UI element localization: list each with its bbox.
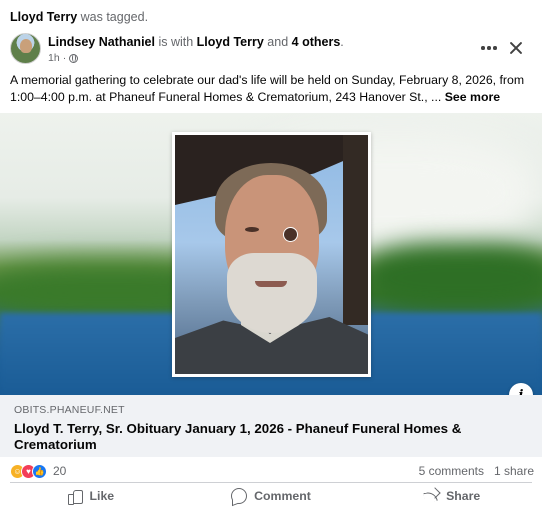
tagged-user-link[interactable]: Lloyd Terry xyxy=(10,10,77,24)
eye-right xyxy=(283,227,298,242)
comment-icon xyxy=(231,488,248,504)
and-text: and xyxy=(263,35,292,49)
like-button[interactable]: Like xyxy=(0,484,181,508)
shares-count-link[interactable]: 1 share xyxy=(494,464,534,478)
close-icon[interactable] xyxy=(504,36,528,60)
dot-icon xyxy=(493,46,497,50)
tagged-header-suffix: was tagged. xyxy=(77,10,149,24)
comment-button[interactable]: Comment xyxy=(181,484,362,508)
reaction-count[interactable]: 20 xyxy=(53,464,66,478)
thumbs-up-icon xyxy=(67,488,83,505)
memorial-portrait xyxy=(172,132,371,377)
dot-icon xyxy=(481,46,485,50)
meta-separator: · xyxy=(62,52,67,64)
like-icon: 👍 xyxy=(32,463,47,479)
with-text: is with xyxy=(154,35,197,49)
others-link[interactable]: 4 others xyxy=(292,35,341,49)
dot-icon xyxy=(487,46,491,50)
post-meta: 1h · xyxy=(48,52,79,64)
tagged-header: Lloyd Terry was tagged. xyxy=(10,10,148,24)
divider xyxy=(10,482,532,483)
reactions-summary[interactable]: ☺ ♥ 👍 20 xyxy=(10,463,66,479)
see-more-link[interactable]: See more xyxy=(445,90,500,104)
post-header: Lindsey Nathaniel is with Lloyd Terry an… xyxy=(10,33,532,65)
engagement-stats: 5 comments 1 share xyxy=(419,464,534,478)
comment-label: Comment xyxy=(254,489,311,503)
more-options-button[interactable] xyxy=(478,37,500,59)
globe-icon xyxy=(69,53,79,63)
trees-right xyxy=(360,243,542,313)
eye-left xyxy=(245,227,259,232)
share-icon xyxy=(423,488,439,504)
link-preview-box[interactable]: OBITS.PHANEUF.NET Lloyd T. Terry, Sr. Ob… xyxy=(0,395,542,457)
comments-count-link[interactable]: 5 comments xyxy=(419,464,484,478)
mouth-shape xyxy=(255,281,287,287)
period-text: . xyxy=(340,35,344,49)
link-title[interactable]: Lloyd T. Terry, Sr. Obituary January 1, … xyxy=(14,421,528,453)
post-text: A memorial gathering to celebrate our da… xyxy=(10,72,532,106)
portrait-photo xyxy=(175,135,368,374)
share-label: Share xyxy=(446,489,481,503)
beard-shape xyxy=(227,253,317,333)
porch-post xyxy=(343,135,368,325)
action-bar: Like Comment Share xyxy=(0,484,542,508)
tagged-person-link[interactable]: Lloyd Terry xyxy=(197,35,264,49)
share-button[interactable]: Share xyxy=(361,484,542,508)
like-label: Like xyxy=(89,489,115,503)
post-author-line: Lindsey Nathaniel is with Lloyd Terry an… xyxy=(48,35,344,49)
avatar[interactable] xyxy=(10,33,41,64)
author-link[interactable]: Lindsey Nathaniel xyxy=(48,35,155,49)
post-time[interactable]: 1h xyxy=(48,52,60,64)
link-domain: OBITS.PHANEUF.NET xyxy=(14,404,125,416)
